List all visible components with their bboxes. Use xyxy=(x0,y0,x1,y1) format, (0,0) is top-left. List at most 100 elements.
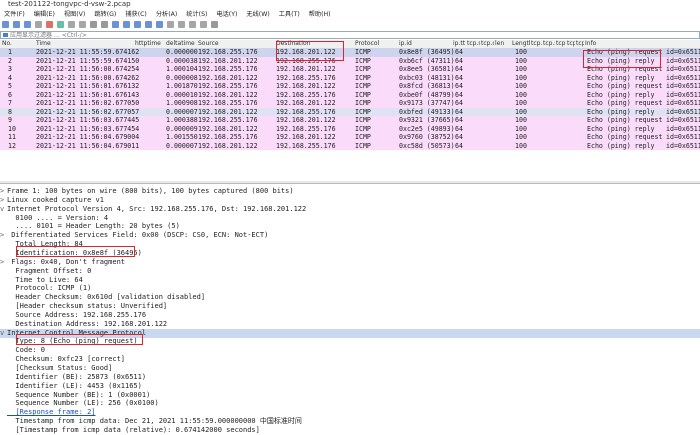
resize-columns-icon[interactable] xyxy=(211,21,218,28)
menu-item-0[interactable]: 文件(F) xyxy=(4,10,25,20)
column-header-2[interactable]: httptime xyxy=(135,40,165,48)
zoom-out-icon[interactable] xyxy=(189,21,196,28)
save-file-icon[interactable] xyxy=(57,21,64,28)
column-header-3[interactable]: deltatime xyxy=(166,40,197,48)
packet-row[interactable]: 4 2021-12-21 11:56:00.674262 0.000008 192.1… xyxy=(0,73,700,82)
packet-cell-extra: id=0x6511 xyxy=(666,65,700,73)
packet-cell-len: 100 xyxy=(515,116,527,124)
menu-item-9[interactable]: 工具(T) xyxy=(279,10,300,20)
packet-cell-dst: 192.168.255.176 xyxy=(276,141,336,150)
packet-cell-info: Echo (ping) request xyxy=(587,82,663,90)
packet-cell-proto: ICMP xyxy=(355,48,371,56)
menu-item-10[interactable]: 帮助(H) xyxy=(309,10,331,20)
menu-item-4[interactable]: 捕获(C) xyxy=(125,10,147,20)
packet-cell-extra: id=0x6511 xyxy=(666,56,700,65)
close-file-icon[interactable] xyxy=(68,21,75,28)
column-header-6[interactable]: Protocol xyxy=(355,40,398,48)
column-header-7[interactable]: ip.id xyxy=(399,40,452,48)
column-header-16[interactable]: tcp.wi xyxy=(567,40,575,48)
last-packet-icon[interactable] xyxy=(145,21,152,28)
colorize-icon[interactable] xyxy=(167,21,174,28)
packet-cell-ipid: 0x8fcd (36813) xyxy=(399,82,455,90)
column-header-11[interactable]: len xyxy=(495,40,511,48)
menu-item-2[interactable]: 视图(V) xyxy=(64,10,85,20)
column-header-8[interactable]: ip.tt xyxy=(453,40,466,48)
bookmark-icon[interactable] xyxy=(3,33,8,37)
packet-cell-proto: ICMP xyxy=(355,133,371,141)
go-forward-icon[interactable] xyxy=(112,21,119,28)
column-header-4[interactable]: Source xyxy=(198,40,275,48)
packet-cell-info: Echo (ping) reply xyxy=(587,124,655,133)
detail-text: Linux cooked capture v1 xyxy=(7,195,104,204)
column-header-9[interactable]: tcp.srcport xyxy=(467,40,480,48)
detail-text: Timestamp from icmp data: Dec 21, 2021 1… xyxy=(7,417,302,426)
column-header-0[interactable]: No. xyxy=(2,40,35,48)
packet-cell-no: 4 xyxy=(8,73,12,82)
column-header-12[interactable]: Length xyxy=(512,40,530,48)
menu-item-6[interactable]: 统计(S) xyxy=(186,10,207,20)
packet-cell-extra: id=0x6511 xyxy=(666,107,700,116)
go-back-icon[interactable] xyxy=(101,21,108,28)
packet-cell-dst: 192.168.201.122 xyxy=(276,82,336,90)
menu-item-3[interactable]: 跳转(G) xyxy=(94,10,116,20)
packet-cell-time: 2021-12-21 11:56:00.674254 xyxy=(36,65,140,73)
packet-details-pane: > Frame 1: 100 bytes on wire (800 bits), … xyxy=(0,183,700,434)
zoom-in-icon[interactable] xyxy=(178,21,185,28)
go-to-packet-icon[interactable] xyxy=(123,21,130,28)
packet-cell-extra: id=0x6511 xyxy=(666,116,700,124)
packet-cell-ipid: 0x9321 (37665) xyxy=(399,116,455,124)
packet-cell-src: 192.168.255.176 xyxy=(198,133,258,141)
packet-cell-extra: id=0x6511 xyxy=(666,90,700,99)
column-header-13[interactable]: tcp.seq xyxy=(531,40,542,48)
menu-item-5[interactable]: 分析(A) xyxy=(156,10,177,20)
packet-cell-ipid: 0xbfed (49133) xyxy=(399,107,455,116)
detail-text: Sequence Number (BE): 1 (0x0001) xyxy=(7,390,151,399)
packet-cell-no: 9 xyxy=(8,116,12,124)
options-icon[interactable] xyxy=(35,21,42,28)
column-header-18[interactable]: Info xyxy=(585,40,699,48)
column-header-17[interactable]: tcp.win xyxy=(576,40,584,48)
packet-cell-ttl: 64 xyxy=(455,141,463,150)
menu-item-1[interactable]: 编辑(E) xyxy=(34,10,55,20)
packet-cell-dst: 192.168.255.176 xyxy=(276,90,336,99)
display-filter-input[interactable]: 应用显示过滤器 … <Ctrl-/> xyxy=(10,32,87,39)
packet-cell-extra: id=0x6511 xyxy=(666,48,700,56)
packet-cell-time: 2021-12-21 11:56:04.679004 xyxy=(36,133,140,141)
packet-cell-src: 192.168.255.176 xyxy=(198,82,258,90)
restart-capture-icon[interactable] xyxy=(24,21,31,28)
find-icon[interactable] xyxy=(90,21,97,28)
menu-item-7[interactable]: 电话(Y) xyxy=(216,10,237,20)
packet-row[interactable]: 9 2021-12-21 11:56:03.677445 1.000388 192.1… xyxy=(0,116,700,125)
autoscroll-icon[interactable] xyxy=(156,21,163,28)
column-header-15[interactable]: tcp.ack xyxy=(556,40,566,48)
packet-cell-extra: id=0x6511 xyxy=(666,124,700,133)
reload-icon[interactable] xyxy=(79,21,86,28)
response-frame-link[interactable]: [Response frame: 2] xyxy=(7,408,95,416)
start-capture-icon[interactable] xyxy=(2,21,9,28)
packet-cell-delta: 0.000008 xyxy=(166,73,198,82)
detail-text: Identifier (BE): 25873 (0x6511) xyxy=(7,372,147,381)
column-header-10[interactable]: tcp.dstport xyxy=(481,40,494,48)
packet-cell-ttl: 64 xyxy=(455,65,463,73)
packet-cell-ttl: 64 xyxy=(455,48,463,56)
packet-row[interactable]: 12 2021-12-21 11:56:04.679011 0.000007 192.… xyxy=(0,141,700,150)
normal-size-icon[interactable] xyxy=(200,21,207,28)
packet-row[interactable]: 10 2021-12-21 11:56:03.677454 0.000009 192.… xyxy=(0,124,700,133)
packet-cell-proto: ICMP xyxy=(355,90,371,99)
stop-capture-icon[interactable] xyxy=(13,21,20,28)
packet-cell-ttl: 64 xyxy=(455,90,463,99)
packet-row[interactable]: 11 2021-12-21 11:56:04.679004 1.001550 192.… xyxy=(0,133,700,142)
packet-cell-extra: id=0x6511 xyxy=(666,141,700,150)
packet-row[interactable]: 8 2021-12-21 11:56:02.677057 0.000007 192.1… xyxy=(0,107,700,116)
packet-cell-ttl: 64 xyxy=(455,124,463,133)
column-header-14[interactable]: tcp.st xyxy=(543,40,555,48)
first-packet-icon[interactable] xyxy=(134,21,141,28)
packet-row[interactable]: 6 2021-12-21 11:56:01.676143 0.000010 192.1… xyxy=(0,90,700,99)
menu-item-8[interactable]: 无线(W) xyxy=(246,10,269,20)
open-file-icon[interactable] xyxy=(46,21,53,28)
packet-row[interactable]: 7 2021-12-21 11:56:02.677050 1.000908 192.1… xyxy=(0,99,700,108)
packet-row[interactable]: 5 2021-12-21 11:56:01.676132 1.001870 192.1… xyxy=(0,82,700,91)
column-header-1[interactable]: Time xyxy=(36,40,134,48)
display-filter-bar[interactable]: 应用显示过滤器 … <Ctrl-/> xyxy=(0,31,700,39)
window-title: test-201122-tongvpc-d-vsw-2.pcap xyxy=(8,0,131,8)
